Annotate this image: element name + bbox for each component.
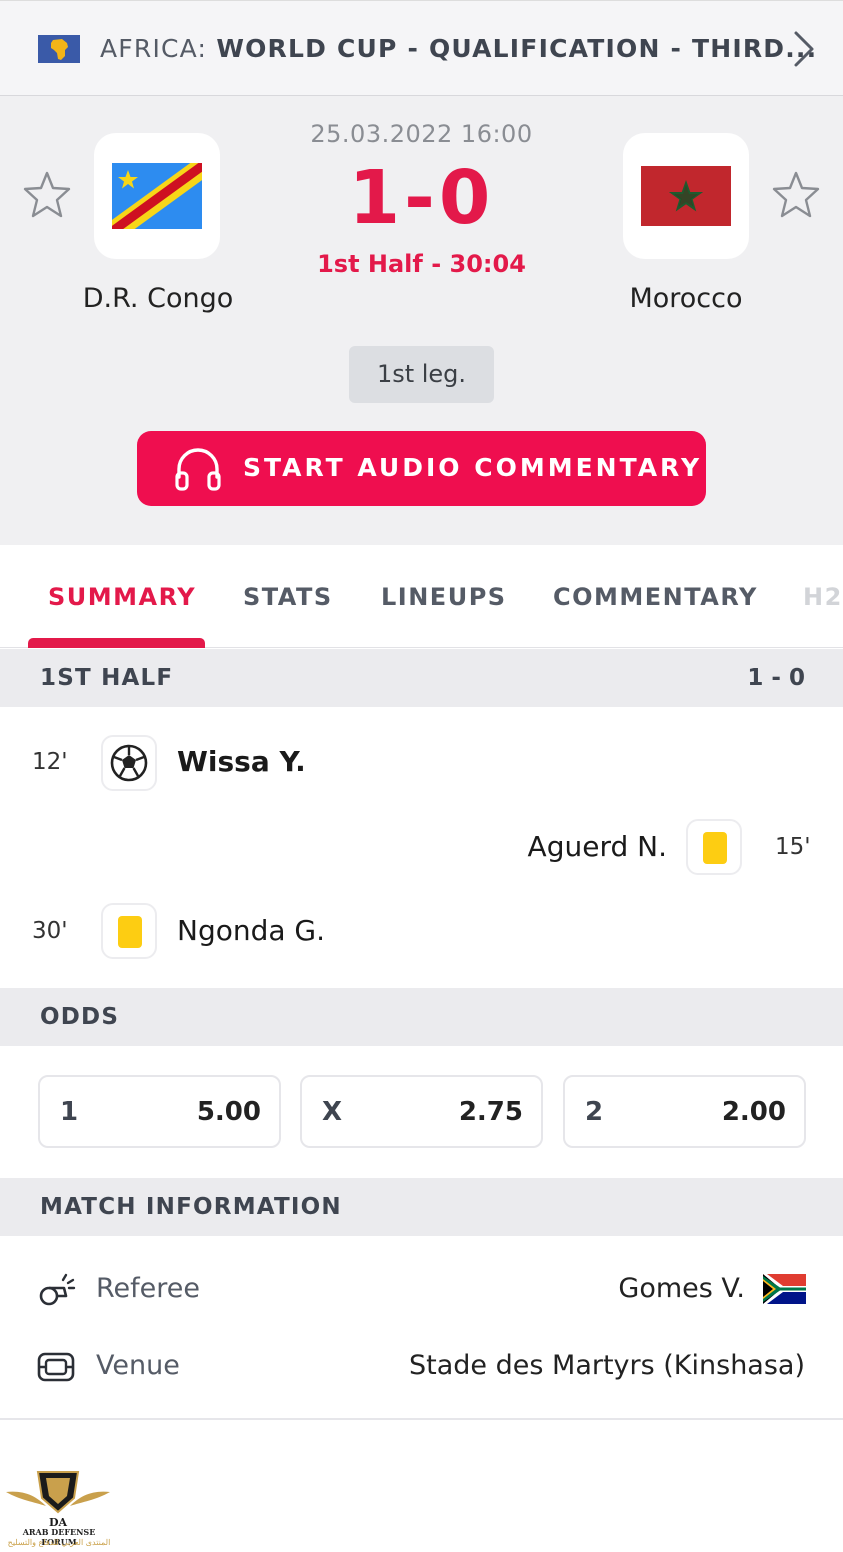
whistle-icon (36, 1270, 76, 1310)
match-score: 1-0 (348, 155, 495, 241)
yellow-card-icon (101, 903, 157, 959)
section-title: 1ST HALF (40, 665, 174, 691)
odds-value: 5.00 (196, 1097, 261, 1127)
first-half-header: 1ST HALF 1 - 0 (0, 649, 843, 707)
tab-h2h[interactable]: H2H (803, 583, 843, 611)
tab-lineups[interactable]: LINEUPS (381, 583, 507, 611)
tab-stats[interactable]: STATS (243, 583, 333, 611)
odds-header: ODDS (0, 988, 843, 1046)
odds-away-button[interactable]: 2 2.00 (563, 1075, 806, 1148)
event-minute: 30' (32, 918, 68, 944)
south-africa-flag-icon (763, 1274, 806, 1304)
home-team-name[interactable]: D.R. Congo (33, 283, 283, 314)
section-title: MATCH INFORMATION (40, 1194, 342, 1220)
competition-title: AFRICA: WORLD CUP - QUALIFICATION - THIR… (100, 34, 818, 63)
chevron-right-icon[interactable] (788, 29, 818, 69)
referee-label: Referee (96, 1273, 201, 1304)
watermark-subtitle: المنتدى العربي للدفاع والتسليح (7, 1538, 111, 1547)
half-score: 1 - 0 (747, 665, 805, 691)
event-minute: 12' (32, 749, 68, 775)
headphones-icon (173, 447, 223, 491)
odds-key: 2 (585, 1097, 604, 1127)
away-team-name[interactable]: Morocco (561, 283, 811, 314)
competition-breadcrumb[interactable]: AFRICA: WORLD CUP - QUALIFICATION - THIR… (0, 0, 843, 96)
match-status: 1st Half - 30:04 (317, 250, 526, 278)
odds-value: 2.75 (458, 1097, 523, 1127)
active-tab-indicator (28, 638, 205, 648)
referee-row: Referee Gomes V. (0, 1260, 843, 1320)
venue-value[interactable]: Stade des Martyrs (Kinshasa) (409, 1350, 805, 1381)
away-team-logo[interactable] (623, 133, 749, 259)
goal-ball-icon (101, 735, 157, 791)
favorite-away-star-icon[interactable] (771, 170, 821, 220)
odds-key: X (322, 1097, 343, 1127)
referee-value[interactable]: Gomes V. (618, 1273, 745, 1304)
divider (0, 1418, 843, 1420)
odds-home-button[interactable]: 1 5.00 (38, 1075, 281, 1148)
odds-value: 2.00 (721, 1097, 786, 1127)
odds-draw-button[interactable]: X 2.75 (300, 1075, 543, 1148)
start-audio-commentary-button[interactable]: START AUDIO COMMENTARY (137, 431, 706, 506)
match-header: D.R. Congo 25.03.2022 16:00 1-0 1st Half… (0, 96, 843, 545)
stadium-icon (36, 1347, 76, 1387)
match-datetime: 25.03.2022 16:00 (310, 120, 533, 148)
tab-summary[interactable]: SUMMARY (48, 583, 196, 611)
event-player[interactable]: Aguerd N. (528, 830, 667, 863)
event-minute: 15' (775, 834, 811, 860)
favorite-home-star-icon[interactable] (22, 170, 72, 220)
venue-label: Venue (96, 1350, 180, 1381)
leg-badge: 1st leg. (349, 346, 494, 403)
tab-commentary[interactable]: COMMENTARY (553, 583, 758, 611)
section-title: ODDS (40, 1004, 120, 1030)
match-information-header: MATCH INFORMATION (0, 1178, 843, 1236)
match-tabs: SUMMARY STATS LINEUPS COMMENTARY H2H (0, 545, 843, 648)
audio-button-label: START AUDIO COMMENTARY (243, 453, 703, 482)
event-player[interactable]: Ngonda G. (177, 914, 325, 947)
africa-flag-icon (38, 35, 80, 63)
home-team-logo[interactable] (94, 133, 220, 259)
venue-row: Venue Stade des Martyrs (Kinshasa) (0, 1337, 843, 1397)
odds-key: 1 (60, 1097, 79, 1127)
event-player[interactable]: Wissa Y. (177, 745, 306, 778)
yellow-card-icon (686, 819, 742, 875)
